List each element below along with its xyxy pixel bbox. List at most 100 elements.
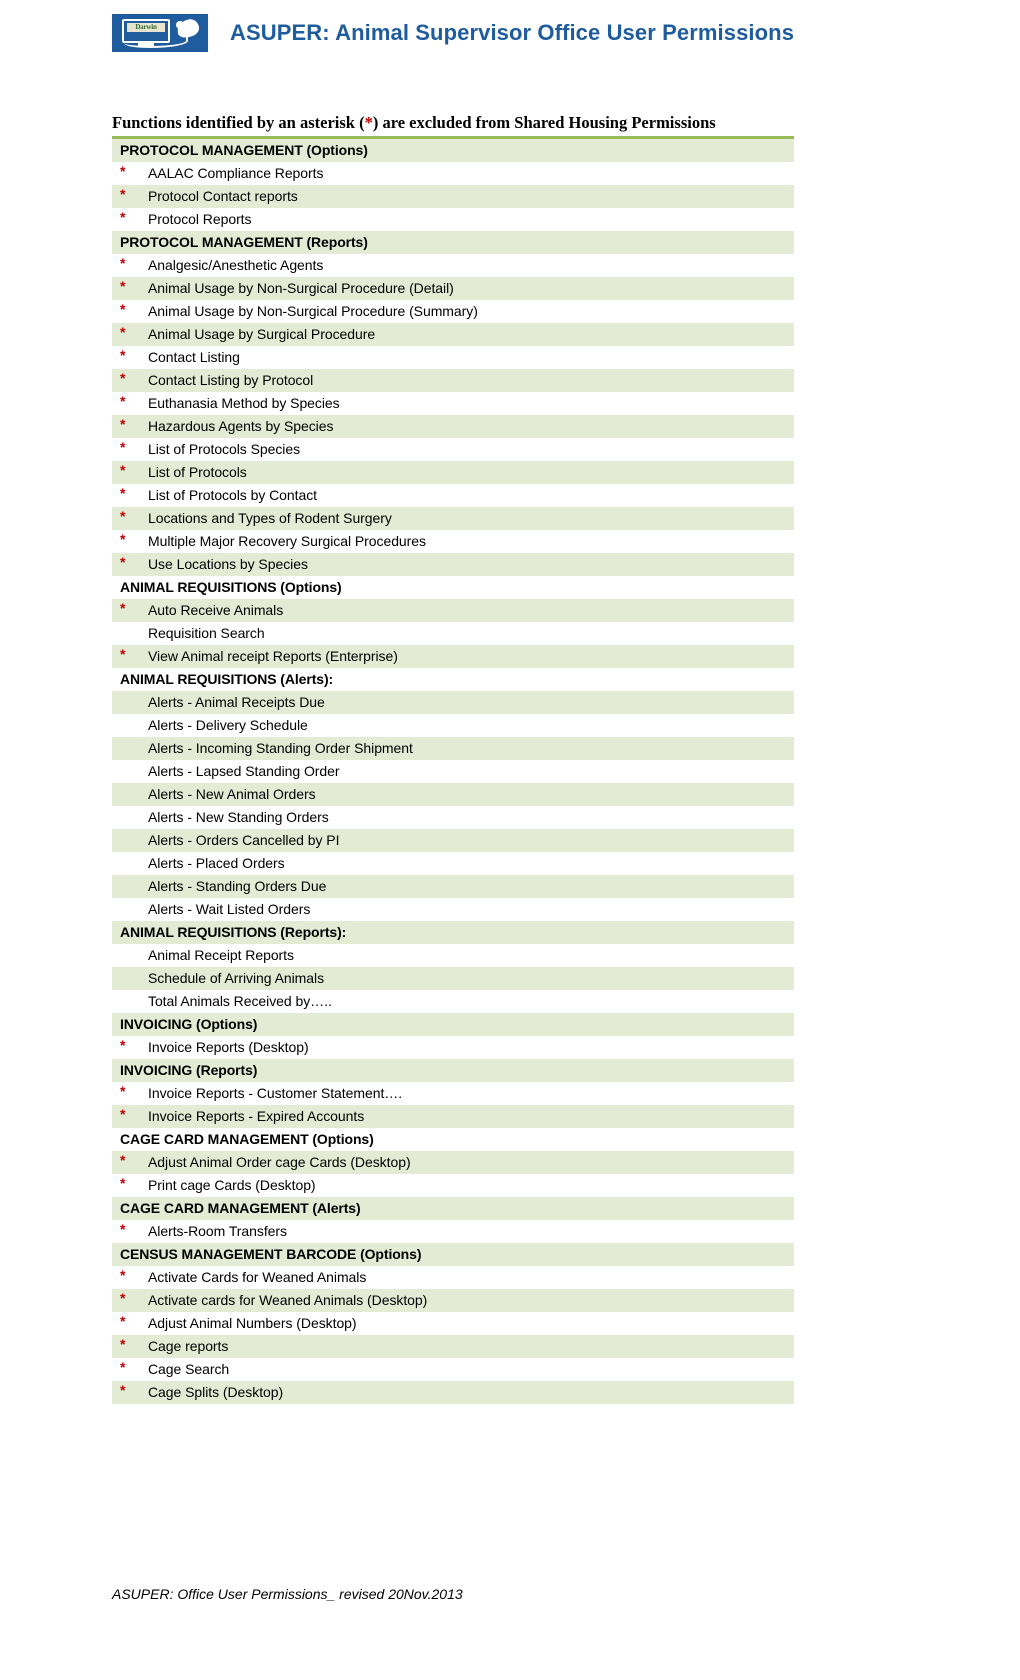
permission-row: * List of Protocols: [112, 461, 794, 484]
asterisk-icon: *: [120, 1106, 126, 1122]
permission-label: List of Protocols: [148, 464, 247, 480]
permission-label: Alerts - Lapsed Standing Order: [148, 763, 340, 779]
permission-row: Alerts - Placed Orders: [112, 852, 794, 875]
section-header-row: ANIMAL REQUISITIONS (Reports):: [112, 921, 794, 944]
permission-label: Alerts - New Standing Orders: [148, 809, 329, 825]
section-header-row: PROTOCOL MANAGEMENT (Options): [112, 139, 794, 162]
permission-label: Alerts - New Animal Orders: [148, 786, 316, 802]
permission-label: Activate Cards for Weaned Animals: [148, 1269, 367, 1285]
asterisk-placeholder: [112, 714, 142, 732]
permission-row: * Animal Usage by Non-Surgical Procedure …: [112, 277, 794, 300]
asterisk-icon: *: [120, 163, 126, 179]
asterisk-icon: *: [120, 554, 126, 570]
asterisk-placeholder: [112, 737, 142, 755]
permission-row: Alerts - Animal Receipts Due: [112, 691, 794, 714]
asterisk-placeholder: [112, 829, 142, 847]
section-header-label: ANIMAL REQUISITIONS (Alerts):: [120, 671, 334, 687]
document-body: Functions identified by an asterisk ( * ) …: [0, 112, 908, 1404]
permission-row: Requisition Search: [112, 622, 794, 645]
mouse-tail-icon: [124, 36, 188, 48]
permission-label: Requisition Search: [148, 625, 265, 641]
asterisk-icon: *: [120, 186, 126, 202]
permission-row: * Adjust Animal Order cage Cards (Desktop…: [112, 1151, 794, 1174]
permission-row: Alerts - New Animal Orders: [112, 783, 794, 806]
asterisk-placeholder: [112, 852, 142, 870]
permission-row: * Hazardous Agents by Species: [112, 415, 794, 438]
permission-label: AALAC Compliance Reports: [148, 165, 324, 181]
section-header-label: PROTOCOL MANAGEMENT (Reports): [120, 234, 368, 250]
permission-row: Alerts - Wait Listed Orders: [112, 898, 794, 921]
intro-note: Functions identified by an asterisk (*) …: [112, 112, 784, 133]
permission-row: * Cage reports: [112, 1335, 794, 1358]
permission-label: Invoice Reports (Desktop): [148, 1039, 309, 1055]
permission-row: * List of Protocols by Contact: [112, 484, 794, 507]
asterisk-placeholder: [112, 783, 142, 801]
permission-row: * Print cage Cards (Desktop): [112, 1174, 794, 1197]
section-header-label: CAGE CARD MANAGEMENT (Alerts): [120, 1200, 361, 1216]
asterisk-placeholder: [112, 875, 142, 893]
permission-row: * Cage Splits (Desktop): [112, 1381, 794, 1404]
asterisk-icon: *: [120, 485, 126, 501]
asterisk-icon: *: [120, 508, 126, 524]
permission-row: * Activate Cards for Weaned Animals: [112, 1266, 794, 1289]
intro-after: ) are excluded from Shared Housing Permi…: [372, 113, 716, 132]
permission-row: * Analgesic/Anesthetic Agents: [112, 254, 794, 277]
asterisk-icon: *: [120, 209, 126, 225]
permission-label: Adjust Animal Order cage Cards (Desktop): [148, 1154, 411, 1170]
permission-label: Invoice Reports - Customer Statement….: [148, 1085, 403, 1101]
section-header-label: ANIMAL REQUISITIONS (Options): [120, 579, 342, 595]
asterisk-icon: *: [120, 393, 126, 409]
permission-label: Contact Listing: [148, 349, 240, 365]
asterisk-placeholder: [112, 622, 142, 640]
permission-row: * Protocol Contact reports: [112, 185, 794, 208]
permission-row: Alerts - Orders Cancelled by PI: [112, 829, 794, 852]
asterisk-icon: *: [120, 1336, 126, 1352]
asterisk-icon: *: [120, 1083, 126, 1099]
permission-row: Schedule of Arriving Animals: [112, 967, 794, 990]
asterisk-placeholder: [112, 806, 142, 824]
asterisk-icon: *: [120, 255, 126, 271]
section-header-row: ANIMAL REQUISITIONS (Alerts):: [112, 668, 794, 691]
permission-label: Euthanasia Method by Species: [148, 395, 340, 411]
permission-label: Invoice Reports - Expired Accounts: [148, 1108, 365, 1124]
asterisk-placeholder: [112, 760, 142, 778]
permission-label: Alerts - Incoming Standing Order Shipmen…: [148, 740, 413, 756]
permission-row: * List of Protocols Species: [112, 438, 794, 461]
permission-label: Animal Receipt Reports: [148, 947, 294, 963]
asterisk-icon: *: [120, 439, 126, 455]
asterisk-icon: *: [120, 324, 126, 340]
asterisk-icon: *: [120, 301, 126, 317]
asterisk-icon: *: [120, 1175, 126, 1191]
permission-row: * Locations and Types of Rodent Surgery: [112, 507, 794, 530]
permission-label: Protocol Reports: [148, 211, 252, 227]
permission-row: * Invoice Reports - Customer Statement….: [112, 1082, 794, 1105]
section-header-label: INVOICING (Options): [120, 1016, 258, 1032]
permission-label: Analgesic/Anesthetic Agents: [148, 257, 324, 273]
permission-label: Adjust Animal Numbers (Desktop): [148, 1315, 357, 1331]
permission-label: Total Animals Received by…..: [148, 993, 332, 1009]
permission-row: * Adjust Animal Numbers (Desktop): [112, 1312, 794, 1335]
intro-before: Functions identified by an asterisk (: [112, 113, 365, 132]
permission-label: View Animal receipt Reports (Enterprise): [148, 648, 398, 664]
asterisk-icon: *: [120, 1359, 126, 1375]
permission-row: Alerts - Lapsed Standing Order: [112, 760, 794, 783]
asterisk-placeholder: [112, 990, 142, 1008]
asterisk-icon: *: [120, 1313, 126, 1329]
permission-label: Hazardous Agents by Species: [148, 418, 334, 434]
section-header-row: CENSUS MANAGEMENT BARCODE (Options): [112, 1243, 794, 1266]
logo-brand-text: Darwin: [135, 23, 157, 31]
permission-row: * Multiple Major Recovery Surgical Proced…: [112, 530, 794, 553]
permission-label: Alerts - Orders Cancelled by PI: [148, 832, 340, 848]
asterisk-icon: *: [120, 1037, 126, 1053]
permission-row: Animal Receipt Reports: [112, 944, 794, 967]
permission-label: Animal Usage by Non-Surgical Procedure (…: [148, 303, 478, 319]
asterisk-icon: *: [120, 416, 126, 432]
asterisk-icon: *: [120, 347, 126, 363]
section-header-row: CAGE CARD MANAGEMENT (Alerts): [112, 1197, 794, 1220]
darwin-logo-icon: Darwin: [112, 14, 208, 52]
asterisk-icon: *: [120, 646, 126, 662]
permission-label: Cage Splits (Desktop): [148, 1384, 284, 1400]
permission-label: Alerts - Standing Orders Due: [148, 878, 327, 894]
permission-row: * Activate cards for Weaned Animals (Desk…: [112, 1289, 794, 1312]
asterisk-icon: *: [120, 278, 126, 294]
